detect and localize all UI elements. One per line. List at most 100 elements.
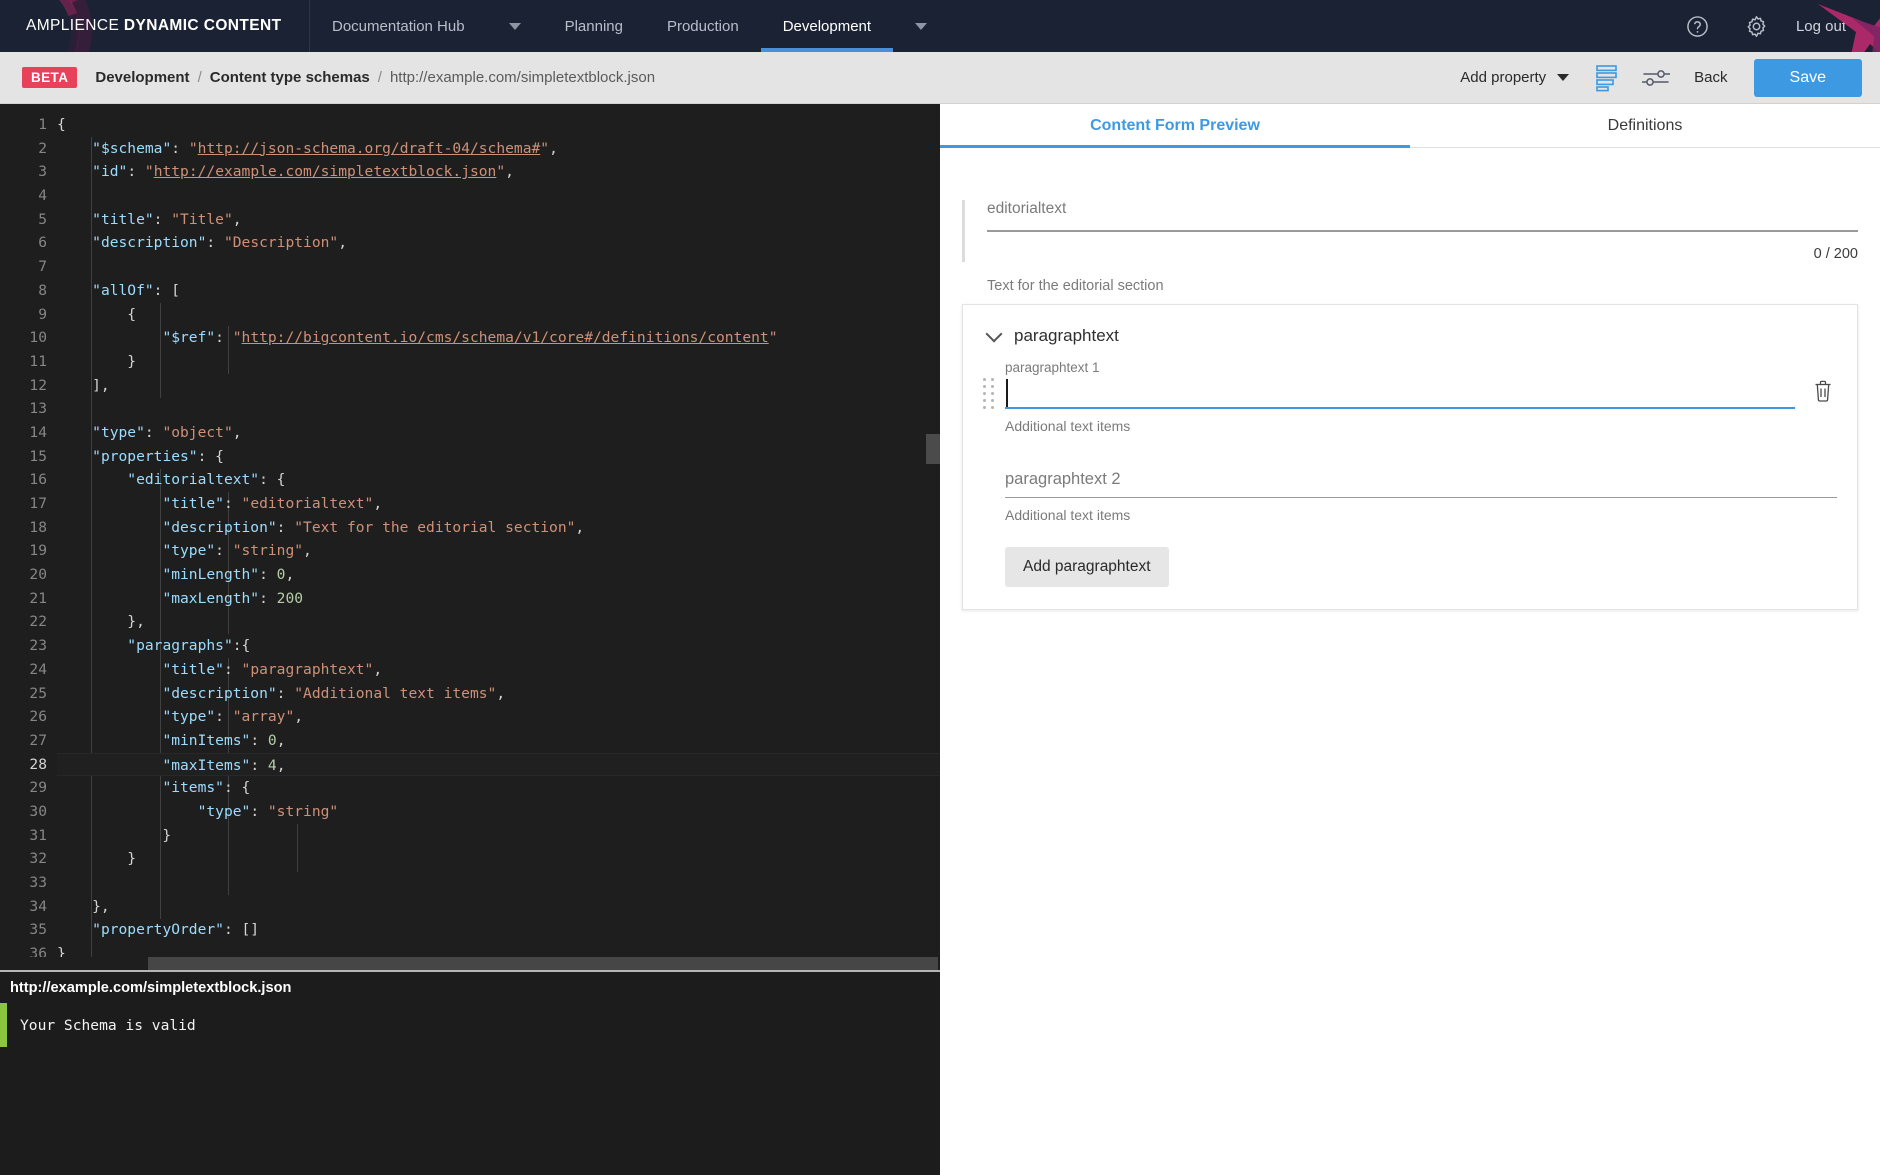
editor-horizontal-scrollbar-track[interactable] [0, 957, 940, 970]
code-line[interactable]: { [57, 303, 940, 327]
code-line[interactable]: }, [57, 895, 940, 919]
code-lines[interactable]: { "$schema": "http://json-schema.org/dra… [57, 104, 940, 970]
chevron-down-icon [985, 325, 1003, 342]
code-line[interactable]: "id": "http://example.com/simpletextbloc… [57, 160, 940, 184]
breadcrumb-content-type-schemas[interactable]: Content type schemas [210, 69, 370, 86]
line-number: 8 [38, 281, 47, 299]
drag-handle-icon[interactable] [983, 378, 997, 409]
code-token: "minLength" [162, 566, 260, 584]
tab-content-form-preview[interactable]: Content Form Preview [940, 104, 1410, 148]
code-line[interactable]: } [57, 350, 940, 374]
code-token: "type" [162, 708, 216, 726]
line-number: 7 [38, 258, 47, 276]
documentation-hub-chevron-down-icon[interactable] [508, 22, 521, 30]
nav-item-documentation-hub[interactable]: Documentation Hub [310, 0, 487, 52]
code-line[interactable] [57, 871, 940, 895]
paragraphtext-item-1-input[interactable] [1005, 379, 1795, 409]
code-token: : [127, 163, 145, 181]
code-line[interactable]: "$schema": "http://json-schema.org/draft… [57, 137, 940, 161]
code-line[interactable]: "title": "paragraphtext", [57, 658, 940, 682]
json-schema-editor[interactable]: 1 2 3 4 5 6 7 8 9 10 11 12 13 14 15 16 17 18 19 20 21 22 23 24 2… [0, 104, 940, 1175]
code-line[interactable]: "type": "string" [57, 800, 940, 824]
sliders-icon[interactable] [1642, 66, 1671, 90]
development-chevron-down-icon[interactable] [915, 22, 928, 30]
text-cursor [1006, 379, 1008, 407]
editor-vertical-scrollbar[interactable] [926, 434, 940, 464]
code-line[interactable]: "$ref": "http://bigcontent.io/cms/schema… [57, 326, 940, 350]
code-line[interactable] [57, 397, 940, 421]
back-button[interactable]: Back [1694, 69, 1727, 86]
add-property-button[interactable]: Add property [1460, 69, 1570, 86]
code-token: , [285, 566, 295, 584]
editorialtext-input[interactable] [987, 230, 1858, 232]
code-line[interactable]: "minLength": 0, [57, 563, 940, 587]
code-token: "$ref" [162, 329, 216, 347]
code-token: "type" [162, 542, 216, 560]
code-line[interactable]: "description": "Text for the editorial s… [57, 516, 940, 540]
schema-validation-bar: Your Schema is valid [0, 1003, 940, 1047]
gear-icon[interactable] [1744, 14, 1769, 39]
logout-button[interactable]: Log out [1796, 18, 1846, 35]
line-number: 28 [29, 755, 47, 773]
code-line[interactable]: "propertyOrder": [] [57, 918, 940, 942]
code-line[interactable]: "title": "editorialtext", [57, 492, 940, 516]
code-line[interactable]: "properties": { [57, 445, 940, 469]
code-line[interactable] [57, 255, 940, 279]
code-line[interactable]: "maxItems": 4, [57, 752, 940, 777]
nav-item-production[interactable]: Production [645, 0, 761, 52]
code-line[interactable]: "type": "string", [57, 539, 940, 563]
trash-icon[interactable] [1811, 378, 1837, 409]
code-line[interactable]: "maxLength": 200 [57, 587, 940, 611]
code-line[interactable]: "editorialtext": { [57, 468, 940, 492]
list-bars-icon[interactable] [1595, 64, 1618, 92]
save-button[interactable]: Save [1753, 58, 1862, 97]
code-line[interactable]: "type": "array", [57, 705, 940, 729]
code-line[interactable]: "title": "Title", [57, 208, 940, 232]
line-number: 10 [29, 329, 47, 347]
code-token: 200 [276, 589, 304, 607]
editorialtext-helper-text: Text for the editorial section [987, 278, 1164, 294]
brand-logo[interactable]: AMPLIENCE DYNAMIC CONTENT [0, 0, 310, 52]
code-token: "$schema" [92, 139, 172, 157]
code-token: : [ [153, 281, 181, 299]
breadcrumb-development[interactable]: Development [95, 69, 189, 86]
code-line[interactable]: ], [57, 374, 940, 398]
code-token: : [144, 423, 163, 441]
code-line[interactable]: }, [57, 610, 940, 634]
code-line[interactable]: "items": { [57, 776, 940, 800]
tab-definitions[interactable]: Definitions [1410, 104, 1880, 147]
code-line[interactable]: } [57, 824, 940, 848]
code-token: : [] [223, 921, 260, 939]
help-circle-icon[interactable] [1685, 14, 1710, 39]
brand-text-light: AMPLIENCE [26, 17, 124, 34]
code-line[interactable]: { [57, 113, 940, 137]
nav-item-planning[interactable]: Planning [543, 0, 645, 52]
line-number: 20 [29, 566, 47, 584]
code-token: : [223, 495, 242, 512]
code-line[interactable] [57, 184, 940, 208]
code-token: :{ [232, 637, 251, 655]
paragraphtext-item-2-input[interactable] [1005, 492, 1837, 498]
code-line[interactable]: "paragraphs":{ [57, 634, 940, 658]
code-line[interactable]: "minItems": 0, [57, 729, 940, 753]
code-token: : [259, 589, 277, 607]
code-token: }, [57, 613, 145, 631]
code-line[interactable]: } [57, 847, 940, 871]
add-paragraphtext-button[interactable]: Add paragraphtext [1005, 547, 1169, 587]
code-line[interactable]: "description": "Additional text items", [57, 682, 940, 706]
editor-horizontal-scrollbar-thumb[interactable] [148, 957, 938, 970]
code-area[interactable]: 1 2 3 4 5 6 7 8 9 10 11 12 13 14 15 16 17 18 19 20 21 22 23 24 2… [0, 104, 940, 970]
code-line[interactable]: "type": "object", [57, 421, 940, 445]
code-line[interactable]: "description": "Description", [57, 231, 940, 255]
paragraphtext-collapse-header[interactable]: paragraphtext [983, 321, 1837, 346]
nav-item-development[interactable]: Development [760, 0, 894, 52]
code-token: "paragraphtext" [241, 660, 374, 678]
code-line[interactable]: "allOf": [ [57, 279, 940, 303]
